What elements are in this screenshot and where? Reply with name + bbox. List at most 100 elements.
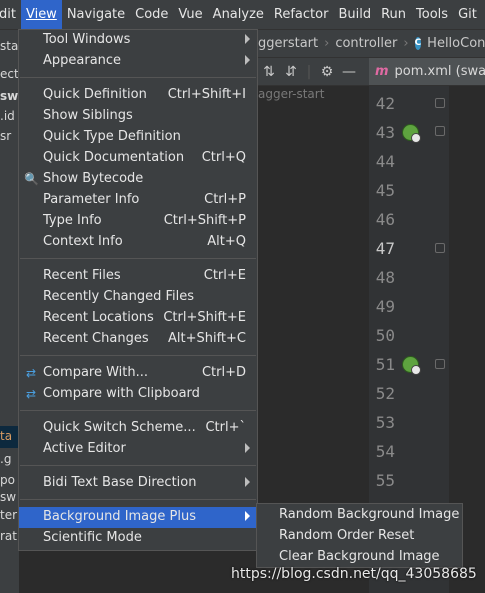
menu-analyze[interactable]: Analyze — [208, 0, 269, 29]
menu-git[interactable]: Git — [453, 0, 482, 29]
menu-item-shortcut: Ctrl+E — [203, 268, 246, 283]
line-number: 46 — [375, 210, 395, 229]
menu-navigate[interactable]: Navigate — [62, 0, 130, 29]
chevron-right-icon: › — [403, 36, 409, 51]
fold-marker-icon[interactable] — [435, 359, 445, 369]
submenu-arrow-icon — [245, 55, 250, 65]
menu-item-recent-files[interactable]: Recent Files Ctrl+E — [19, 266, 257, 287]
line-number: 52 — [375, 384, 395, 403]
menu-edit[interactable]: dit — [0, 0, 21, 29]
menu-item-label: Recently Changed Files — [43, 289, 195, 304]
panel-text[interactable]: sw — [0, 490, 16, 504]
menu-divider — [20, 77, 256, 78]
tab-pom-xml[interactable]: m pom.xml (swag — [369, 58, 485, 85]
menu-item-label: Quick Switch Scheme... — [43, 420, 196, 435]
submenu-item-random-background-image[interactable]: Random Background Image — [257, 505, 462, 526]
menu-item-recent-changes[interactable]: Recent Changes Alt+Shift+C — [19, 329, 257, 350]
menu-item-shortcut: Ctrl+Shift+I — [167, 87, 246, 102]
menu-item-show-bytecode[interactable]: 🔍 Show Bytecode — [19, 169, 257, 190]
menu-item-scientific-mode[interactable]: Scientific Mode — [19, 528, 257, 549]
project-label: agger-start — [258, 87, 325, 101]
menu-item-show-siblings[interactable]: Show Siblings — [19, 106, 257, 127]
menu-item-active-editor[interactable]: Active Editor — [19, 439, 257, 460]
panel-text[interactable]: po — [0, 473, 15, 487]
line-number: 53 — [375, 413, 395, 432]
menu-item-shortcut: Ctrl+Shift+P — [163, 213, 246, 228]
menu-item-context-info[interactable]: Context Info Alt+Q — [19, 232, 257, 253]
menu-item-label: Type Info — [43, 213, 102, 228]
menu-bar: dit View Navigate Code Vue Analyze Refac… — [0, 0, 485, 30]
menu-divider — [20, 355, 256, 356]
breadcrumb-item[interactable]: HelloContro — [427, 36, 485, 51]
web-endpoint-icon[interactable] — [402, 124, 421, 143]
menu-item-label: Recent Files — [43, 268, 121, 283]
line-number: 43 — [375, 123, 395, 142]
line-number: 44 — [375, 152, 395, 171]
collapse-all-icon[interactable]: ⇵ — [280, 64, 302, 80]
line-number: 45 — [375, 181, 395, 200]
panel-text: ect — [0, 67, 19, 81]
menu-item-shortcut: Ctrl+Q — [201, 150, 246, 165]
panel-text[interactable]: ter — [0, 508, 17, 522]
submenu-item-random-order-reset[interactable]: Random Order Reset — [257, 526, 462, 547]
menu-item-quick-switch-scheme[interactable]: Quick Switch Scheme... Ctrl+` — [19, 418, 257, 439]
menu-item-label: Show Bytecode — [43, 171, 144, 186]
tab-label: pom.xml (swag — [394, 64, 485, 79]
menu-item-compare-with-clipboard[interactable]: ⇄ Compare with Clipboard — [19, 384, 257, 405]
menu-item-label: Quick Definition — [43, 87, 147, 102]
line-number: 49 — [375, 297, 395, 316]
menu-refactor[interactable]: Refactor — [269, 0, 334, 29]
menu-divider — [20, 499, 256, 500]
menu-item-label: Bidi Text Base Direction — [43, 475, 197, 490]
menu-item-label: Scientific Mode — [43, 530, 142, 545]
panel-text[interactable]: .id — [0, 109, 15, 123]
submenu-arrow-icon — [245, 477, 250, 487]
menu-item-label: Parameter Info — [43, 192, 140, 207]
web-endpoint-icon[interactable] — [402, 356, 421, 375]
menu-item-quick-type-definition[interactable]: Quick Type Definition — [19, 127, 257, 148]
menu-item-bidi-text-base-direction[interactable]: Bidi Text Base Direction — [19, 473, 257, 494]
menu-item-background-image-plus[interactable]: Background Image Plus — [19, 507, 257, 528]
menu-item-shortcut: Alt+Q — [207, 234, 246, 249]
menu-item-quick-documentation[interactable]: Quick Documentation Ctrl+Q — [19, 148, 257, 169]
menu-code[interactable]: Code — [130, 0, 173, 29]
menu-item-label: Active Editor — [43, 441, 126, 456]
menu-item-quick-definition[interactable]: Quick Definition Ctrl+Shift+I — [19, 85, 257, 106]
menu-item-label: Recent Locations — [43, 310, 154, 325]
menu-item-tool-windows[interactable]: Tool Windows — [19, 30, 257, 51]
menu-run[interactable]: Run — [376, 0, 411, 29]
submenu-item-label: Random Order Reset — [279, 528, 415, 543]
minimize-icon[interactable]: — — [338, 64, 360, 80]
panel-text[interactable]: rat — [0, 529, 17, 543]
gear-icon[interactable]: ⚙ — [316, 64, 338, 80]
breadcrumb-item[interactable]: controller — [335, 36, 397, 51]
menu-item-shortcut: Ctrl+` — [205, 420, 246, 435]
panel-text[interactable]: sr — [0, 129, 11, 143]
menu-item-label: Quick Type Definition — [43, 129, 181, 144]
menu-item-type-info[interactable]: Type Info Ctrl+Shift+P — [19, 211, 257, 232]
submenu-item-label: Clear Background Image — [279, 549, 440, 564]
menu-view[interactable]: View — [20, 0, 62, 29]
line-number: 48 — [375, 268, 395, 287]
fold-marker-icon[interactable] — [435, 243, 445, 253]
breadcrumb-item[interactable]: ggerstart — [258, 36, 318, 51]
menu-item-parameter-info[interactable]: Parameter Info Ctrl+P — [19, 190, 257, 211]
line-number: 55 — [375, 471, 395, 490]
panel-text[interactable]: .g — [0, 452, 11, 466]
submenu-item-clear-background-image[interactable]: Clear Background Image — [257, 547, 462, 568]
menu-item-shortcut: Ctrl+P — [204, 192, 246, 207]
expand-all-icon[interactable]: ⇅ — [258, 64, 280, 80]
menu-item-recently-changed-files[interactable]: Recently Changed Files — [19, 287, 257, 308]
menu-item-compare-with[interactable]: ⇄ Compare With... Ctrl+D — [19, 363, 257, 384]
project-panel: start ect swag .id sr ta .g po sw ter ra… — [0, 30, 35, 593]
menu-item-recent-locations[interactable]: Recent Locations Ctrl+Shift+E — [19, 308, 257, 329]
menu-vue[interactable]: Vue — [173, 0, 207, 29]
fold-marker-icon[interactable] — [435, 98, 445, 108]
menu-build[interactable]: Build — [333, 0, 376, 29]
panel-text[interactable]: ta — [0, 429, 12, 443]
menu-item-shortcut: Ctrl+Shift+E — [163, 310, 246, 325]
menu-tools[interactable]: Tools — [411, 0, 453, 29]
menu-item-appearance[interactable]: Appearance — [19, 51, 257, 72]
fold-marker-icon[interactable] — [435, 126, 445, 136]
background-image-plus-submenu: Random Background Image Random Order Res… — [256, 503, 463, 568]
